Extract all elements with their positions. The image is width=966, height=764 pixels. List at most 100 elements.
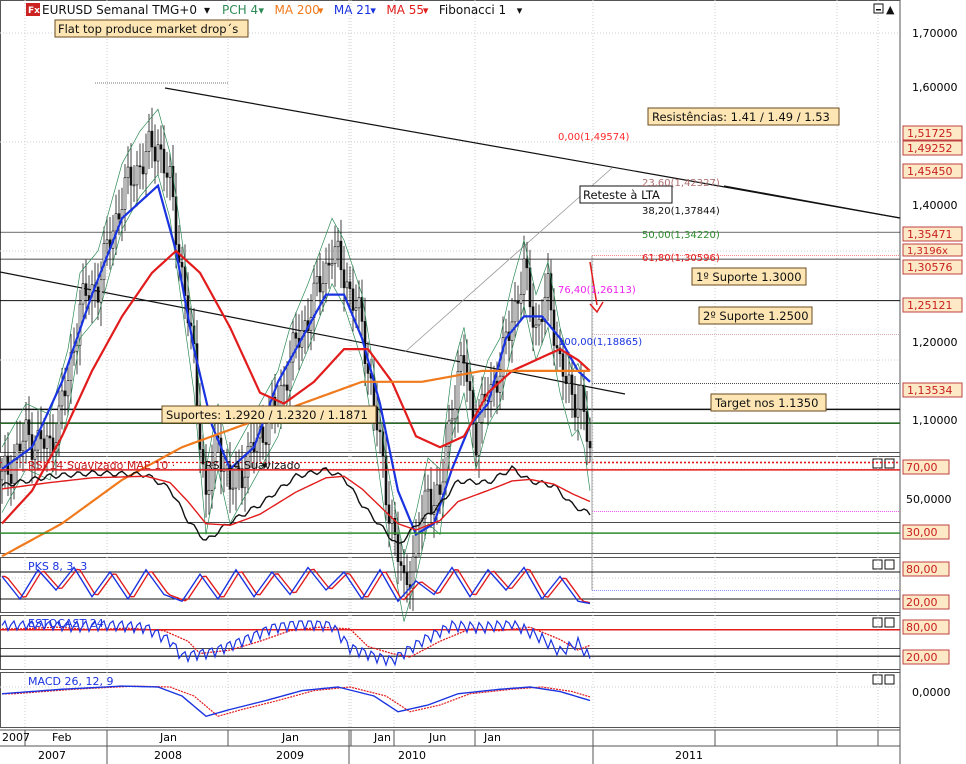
pin-icon[interactable]: ▲ <box>886 3 895 16</box>
month-label: Jan <box>281 731 299 744</box>
candle-body <box>96 286 100 303</box>
level-box: 1,49252 <box>902 140 963 156</box>
legend-item: PCH 4 <box>222 3 258 17</box>
candle-body <box>348 281 352 290</box>
month-label: Jan <box>373 731 391 744</box>
candle-body <box>201 449 205 465</box>
macd-zero: 0,0000 <box>912 686 951 699</box>
level-value: 1,13534 <box>907 384 953 397</box>
estocast-axis: 80,00 20,00 <box>902 619 950 665</box>
panel-restore-button <box>872 617 883 628</box>
candle-body <box>144 151 148 175</box>
month-label: 2007 <box>2 731 30 744</box>
rsi-30: 30,00 <box>906 526 938 539</box>
candle-body <box>75 344 79 352</box>
candle-body <box>81 283 85 305</box>
candle-body <box>498 375 502 393</box>
candle-body <box>114 213 118 232</box>
rsi-title-2: RSI 14 Suavizado <box>205 459 301 472</box>
price-tick: 1,40000 <box>912 199 958 212</box>
candle-body <box>288 361 292 391</box>
legend-dropdown-icon[interactable]: ▾ <box>259 4 265 17</box>
candle-body <box>264 442 268 445</box>
price-tick: 1,60000 <box>912 81 958 94</box>
macd-title: MACD 26, 12, 9 <box>28 675 113 688</box>
macd-line <box>1 685 591 718</box>
supports-label: Suportes: 1.2920 / 1.2320 / 1.1871 <box>166 408 368 422</box>
estocast-80: 80,00 <box>906 621 938 634</box>
candle-body <box>60 390 64 407</box>
panel-frame <box>0 672 901 728</box>
candle-body <box>0 470 4 481</box>
candle-body <box>339 240 343 271</box>
candle-body <box>438 484 442 495</box>
candle-body <box>168 166 172 178</box>
candle-body <box>279 385 283 409</box>
candle-body <box>414 532 418 558</box>
estocast-title: ESTOCAST 24 <box>28 617 104 630</box>
candle-body <box>405 572 409 585</box>
projection-arrow <box>589 261 598 306</box>
target-label: Target nos 1.1350 <box>714 396 818 410</box>
year-label: 2009 <box>276 749 304 762</box>
rsi-level-box: 70,00 <box>902 459 950 475</box>
rsi-level-box: 30,00 <box>902 524 950 540</box>
legend-dropdown-icon[interactable]: ▾ <box>318 4 324 17</box>
resistances-label: Resistências: 1.41 / 1.49 / 1.53 <box>652 110 830 124</box>
level-box: 1,30576 <box>902 259 963 275</box>
candle-body <box>84 283 88 296</box>
legend-dropdown-icon[interactable]: ▾ <box>423 4 429 17</box>
pks-80: 80,00 <box>906 563 938 576</box>
candle-body <box>156 144 160 162</box>
candle-body <box>525 258 529 269</box>
restore-button[interactable] <box>873 3 884 14</box>
candle-body <box>528 267 532 308</box>
candle-body <box>351 288 355 311</box>
fibonacci-labels: 0,00(1,49574) 23,60(1,42327) 38,20(1,378… <box>558 132 720 348</box>
candle-body <box>27 419 31 435</box>
candle-body <box>588 441 592 449</box>
fib-label-38: 38,20(1,37844) <box>642 206 720 217</box>
panel-close-button <box>884 674 895 685</box>
candle-body <box>585 411 589 442</box>
chart-canvas: Fx EURUSD Semanal TMG+0 ▾ PCH 4 ▾ MA 200▾ M… <box>0 0 963 764</box>
candle-body <box>516 300 520 304</box>
legend-dropdown-icon[interactable]: ▾ <box>370 4 376 17</box>
panel-restore-button <box>872 674 883 685</box>
candle-body <box>342 269 346 289</box>
resistances-annotation: Resistências: 1.41 / 1.49 / 1.53 <box>647 107 840 126</box>
candle-body <box>534 324 538 328</box>
year-label: 2010 <box>398 749 426 762</box>
month-label: Jan <box>483 731 501 744</box>
candle-body <box>153 146 157 162</box>
estocast-level-box: 80,00 <box>902 619 950 635</box>
pks-level-box: 20,00 <box>902 594 950 610</box>
candle-body <box>312 282 316 318</box>
legend-dropdown-icon[interactable]: ▾ <box>517 4 523 17</box>
flat-top-label: Flat top produce market drop´s <box>58 22 238 36</box>
candle-body <box>207 489 211 495</box>
candle-body <box>45 435 49 449</box>
fib-label-76: 76,40(1,26113) <box>558 285 636 296</box>
legend-item: Fibonacci 1 <box>439 3 506 17</box>
candle-body <box>453 408 457 420</box>
level-value: 1,30576 <box>907 261 953 274</box>
candle-body <box>135 165 139 186</box>
main-price-panel <box>0 82 901 649</box>
candle-body <box>117 213 121 220</box>
minimize-icon <box>876 9 881 11</box>
candle-body <box>513 300 517 323</box>
pks-20: 20,00 <box>906 596 938 609</box>
rsi-dropdown-icon[interactable]: ▾ <box>262 459 268 472</box>
candle-body <box>18 443 22 452</box>
title-dropdown-icon[interactable]: ▾ <box>204 3 210 17</box>
price-tick: 1,10000 <box>912 414 958 427</box>
candle-body <box>162 148 166 174</box>
level-box: 1,35471 <box>902 226 963 242</box>
candle-body <box>468 381 472 391</box>
pks-axis: 80,00 20,00 <box>902 561 950 610</box>
price-tick: 1,70000 <box>912 27 958 40</box>
retest-label: Reteste à LTA <box>583 188 660 202</box>
candle-body <box>141 166 145 175</box>
candle-body <box>12 459 16 484</box>
